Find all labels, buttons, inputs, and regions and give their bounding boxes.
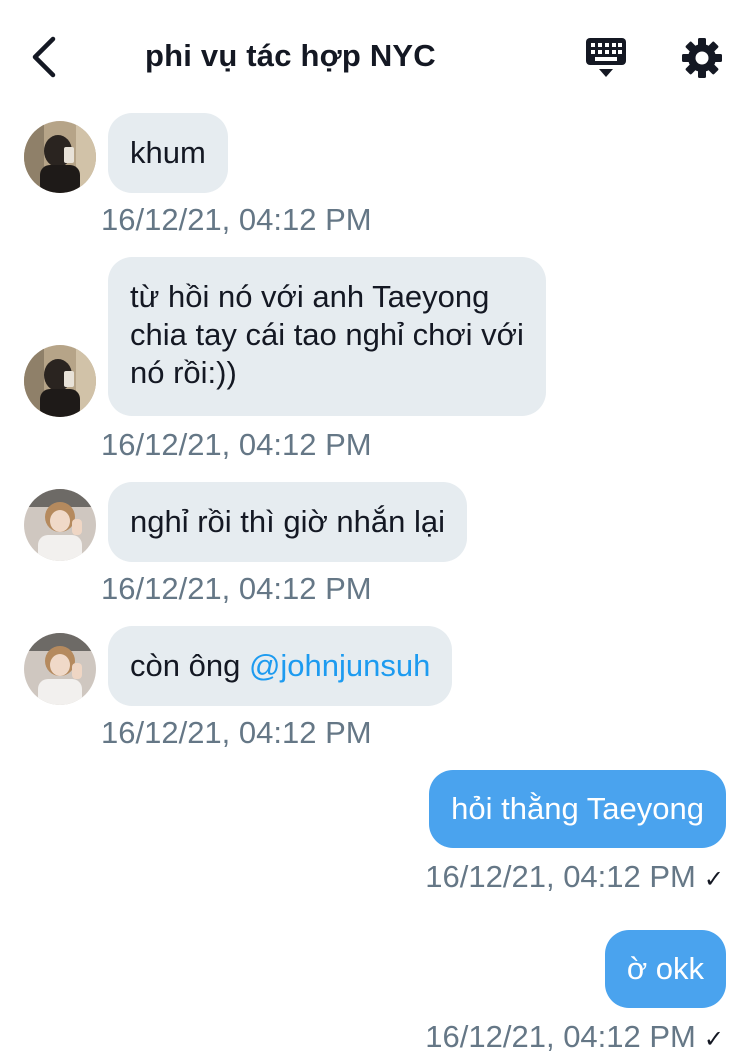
- sender-avatar[interactable]: [24, 345, 96, 417]
- sent-message-bubble[interactable]: hỏi thằng Taeyong: [429, 770, 726, 848]
- message-timestamp: 16/12/21, 04:12 PM: [101, 202, 372, 237]
- gear-icon: [682, 38, 722, 78]
- back-button[interactable]: [26, 34, 66, 80]
- message-timestamp: 16/12/21, 04:12 PM ✓: [425, 1019, 724, 1055]
- message-line: chia tay cái tao nghỉ chơi với: [130, 317, 524, 352]
- timestamp-text: 16/12/21, 04:12 PM: [425, 1019, 696, 1054]
- sent-message-bubble[interactable]: ờ okk: [604, 930, 726, 1008]
- message-bubble[interactable]: từ hồi nó với anh Taeyong chia tay cái t…: [108, 257, 546, 416]
- message-timestamp: 16/12/21, 04:12 PM: [101, 571, 372, 606]
- message-timestamp: 16/12/21, 04:12 PM: [101, 715, 372, 750]
- timestamp-text: 16/12/21, 04:12 PM: [425, 859, 696, 894]
- sent-check-icon: ✓: [703, 1026, 724, 1053]
- avatar-photo: [24, 489, 96, 561]
- avatar-photo: [24, 633, 96, 705]
- message-line: nó rồi:)): [130, 355, 237, 390]
- message-timestamp: 16/12/21, 04:12 PM ✓: [425, 859, 724, 895]
- message-line: từ hồi nó với anh Taeyong: [130, 279, 490, 314]
- avatar-photo: [24, 345, 96, 417]
- sender-avatar[interactable]: [24, 489, 96, 561]
- sender-avatar[interactable]: [24, 121, 96, 193]
- conversation-header: phi vụ tác hợp NYC: [0, 0, 750, 112]
- avatar-photo: [24, 121, 96, 193]
- keyboard-icon: [586, 38, 626, 77]
- message-timestamp: 16/12/21, 04:12 PM: [101, 427, 372, 462]
- message-bubble[interactable]: khum: [108, 113, 228, 193]
- message-bubble[interactable]: nghỉ rồi thì giờ nhắn lại: [108, 482, 468, 562]
- user-mention-link[interactable]: @johnjunsuh: [249, 648, 430, 683]
- sent-check-icon: ✓: [703, 866, 724, 893]
- message-bubble[interactable]: còn ông @johnjunsuh: [108, 626, 453, 706]
- conversation-title: phi vụ tác hợp NYC: [145, 38, 436, 73]
- settings-button[interactable]: [681, 37, 723, 79]
- sender-avatar[interactable]: [24, 633, 96, 705]
- chevron-left-icon: [32, 36, 56, 78]
- message-text: còn ông: [130, 648, 249, 683]
- keyboard-button[interactable]: [584, 36, 628, 78]
